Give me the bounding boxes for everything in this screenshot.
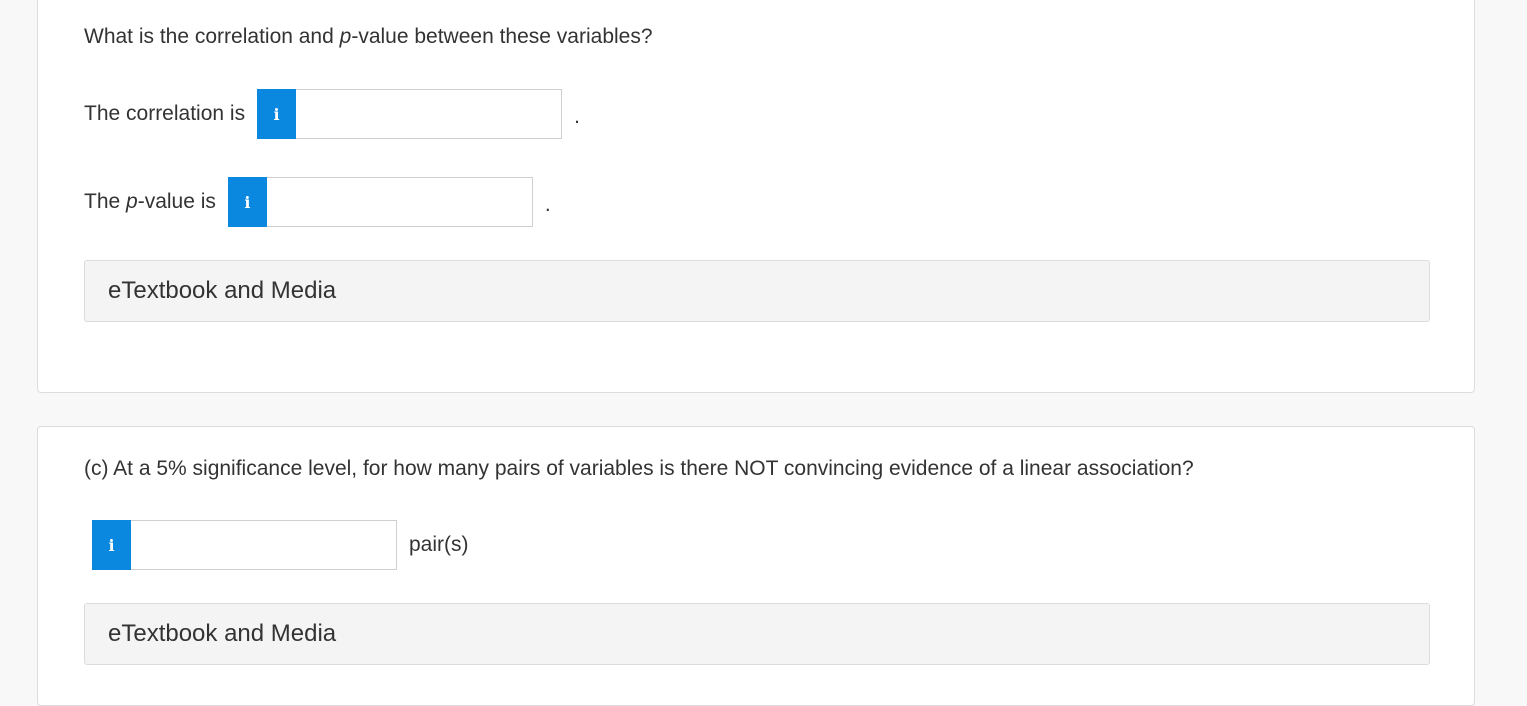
correlation-period: . bbox=[574, 105, 580, 128]
info-icon[interactable]: i bbox=[227, 177, 267, 227]
etextbook-media-bar[interactable]: eTextbook and Media bbox=[84, 603, 1430, 665]
info-icon[interactable]: i bbox=[92, 520, 131, 570]
correlation-input[interactable] bbox=[296, 89, 563, 139]
pvalue-label: The p-value is bbox=[84, 190, 216, 213]
etextbook-media-bar[interactable]: eTextbook and Media bbox=[84, 260, 1430, 322]
correlation-label: The correlation is bbox=[84, 102, 246, 125]
question-text-b: What is the correlation and p-value betw… bbox=[84, 25, 653, 48]
pairs-input[interactable] bbox=[131, 520, 397, 570]
pvalue-row: The p-value is i . bbox=[84, 177, 551, 227]
question-card-b: What is the correlation and p-value betw… bbox=[37, 0, 1475, 393]
pairs-unit-label: pair(s) bbox=[409, 533, 469, 556]
pairs-row: i pair(s) bbox=[92, 520, 469, 570]
question-text-c: (c) At a 5% significance level, for how … bbox=[84, 457, 1194, 480]
info-icon[interactable]: i bbox=[257, 89, 297, 139]
pvalue-period: . bbox=[544, 193, 551, 216]
correlation-row: The correlation is i . bbox=[84, 89, 580, 139]
pvalue-input[interactable] bbox=[266, 177, 533, 227]
question-card-c: (c) At a 5% significance level, for how … bbox=[37, 426, 1475, 706]
